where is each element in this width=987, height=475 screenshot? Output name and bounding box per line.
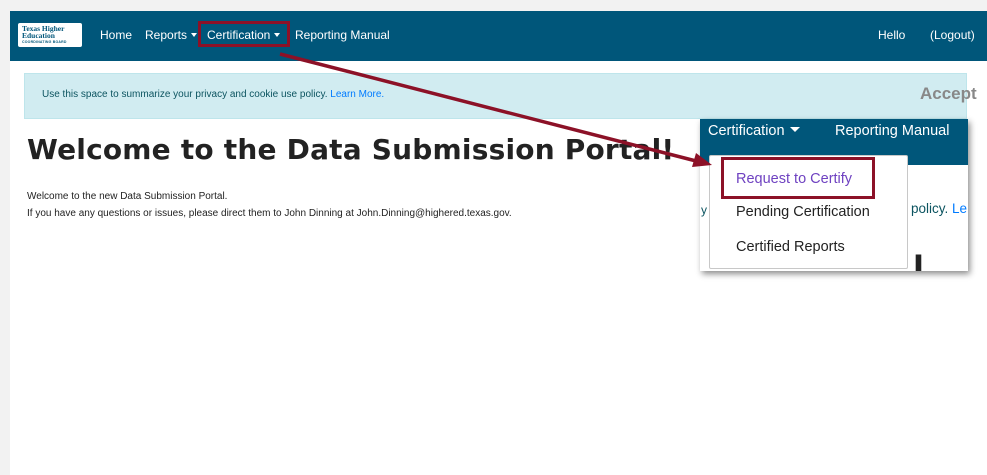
- page: Texas Higher Education COORDINATING BOAR…: [10, 11, 987, 475]
- arrow-icon: [279, 52, 712, 167]
- arrow-shaft: [279, 52, 701, 164]
- arrow-head: [692, 153, 712, 167]
